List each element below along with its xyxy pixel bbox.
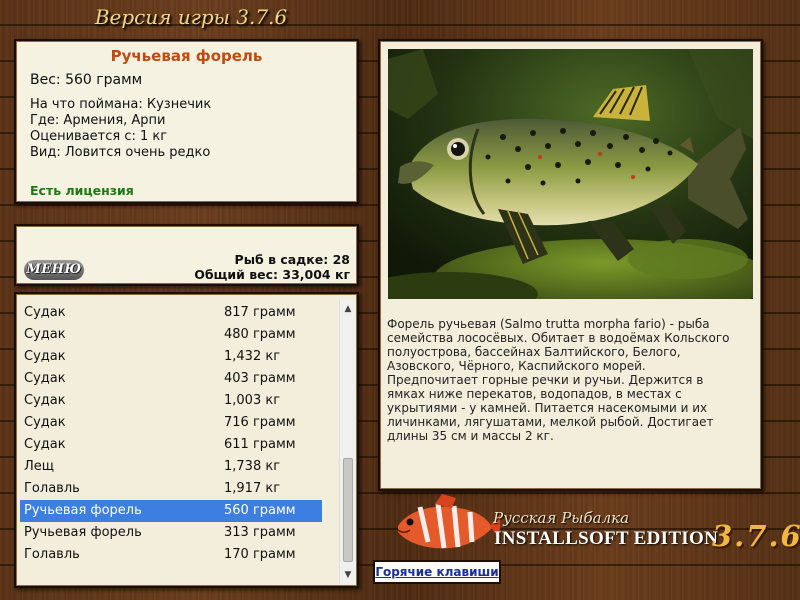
catch-fish-weight: 1,917 кг [224, 481, 281, 496]
catch-fish-weight: 313 грамм [224, 525, 296, 540]
total-weight: Общий вес: 33,004 кг [194, 267, 350, 282]
stats-panel: МЕНЮ Рыб в садке: 28 Общий вес: 33,004 к… [14, 224, 359, 286]
catch-fish-name: Судак [24, 349, 66, 364]
catch-fish-name: Судак [24, 437, 66, 452]
catch-fish-weight: 716 грамм [224, 415, 296, 430]
version-title: Версия игры 3.7.6 [94, 5, 288, 29]
catch-fish-name: Судак [24, 415, 66, 430]
catch-fish-weight: 817 грамм [224, 305, 296, 320]
scrollbar-thumb[interactable] [343, 458, 353, 562]
catch-fish-name: Лещ [24, 459, 55, 474]
fish-count: Рыб в садке: 28 [234, 252, 350, 267]
catch-row[interactable]: Судак 1,432 кг [20, 346, 322, 368]
catch-row[interactable]: Судак 716 грамм [20, 412, 322, 434]
catch-fish-weight: 1,738 кг [224, 459, 281, 474]
catch-fish-weight: 1,003 кг [224, 393, 281, 408]
catch-fish-name: Судак [24, 327, 66, 342]
catch-fish-weight: 170 грамм [224, 547, 296, 562]
fish-photo [388, 49, 753, 299]
fish-description: Форель ручьевая (Salmo trutta morpha far… [387, 317, 730, 443]
catch-fish-name: Голавль [24, 547, 80, 562]
catch-row[interactable]: Голавль 1,917 кг [20, 478, 322, 500]
catch-fish-weight: 611 грамм [224, 437, 296, 452]
brand-edition: INSTALLSOFT EDITION [494, 528, 719, 549]
caught-with: На что поймана: Кузнечик [30, 97, 212, 112]
catch-row[interactable]: Голавль 170 грамм [20, 544, 322, 566]
catch-row[interactable]: Ручьевая форель 313 грамм [20, 522, 322, 544]
catch-fish-weight: 1,432 кг [224, 349, 281, 364]
hotkeys-button[interactable]: Горячие клавиши [373, 560, 501, 584]
catch-fish-name: Судак [24, 305, 66, 320]
catch-fish-weight: 403 грамм [224, 371, 296, 386]
catch-row[interactable]: Судак 403 грамм [20, 368, 322, 390]
catch-fish-name: Судак [24, 371, 66, 386]
menu-button[interactable]: МЕНЮ [24, 260, 84, 280]
catch-row[interactable]: Судак 611 грамм [20, 434, 322, 456]
fish-photo-panel: Форель ручьевая (Salmo trutta morpha far… [378, 39, 763, 491]
catch-row[interactable]: Судак 1,003 кг [20, 390, 322, 412]
logo-fish-icon [397, 494, 500, 549]
trout-image [388, 49, 753, 299]
catch-location: Где: Армения, Арпи [30, 113, 166, 128]
catch-list: Судак 817 грамм Судак 480 грамм Судак 1,432 к… [14, 292, 359, 588]
keepnet-stats: Рыб в садке: 28 Общий вес: 33,004 кг [194, 252, 350, 282]
catch-row[interactable]: Судак 480 грамм [20, 324, 322, 346]
catch-fish-weight: 560 грамм [224, 503, 296, 518]
rated-from: Оценивается с: 1 кг [30, 129, 168, 144]
fish-name: Ручьевая форель [110, 47, 263, 65]
catch-fish-name: Голавль [24, 481, 80, 496]
catch-row[interactable]: Судак 817 грамм [20, 302, 322, 324]
rarity: Вид: Ловится очень редко [30, 145, 211, 160]
catch-fish-name: Ручьевая форель [24, 503, 142, 518]
brand-version: 3.7.6 [712, 519, 800, 553]
scrollbar[interactable]: ▲ ▼ [339, 300, 355, 584]
catch-row[interactable]: Ручьевая форель 560 грамм [20, 500, 322, 522]
scroll-down-icon[interactable]: ▼ [340, 568, 356, 582]
catch-fish-name: Ручьевая форель [24, 525, 142, 540]
catch-fish-name: Судак [24, 393, 66, 408]
brand-name: Русская Рыбалка [493, 509, 630, 527]
scroll-up-icon[interactable]: ▲ [340, 302, 356, 316]
catch-rows: Судак 817 грамм Судак 480 грамм Судак 1,432 к… [20, 302, 322, 566]
catch-row[interactable]: Лещ 1,738 кг [20, 456, 322, 478]
fish-info-panel: Ручьевая форель Вес: 560 грамм На что по… [14, 39, 359, 204]
fish-weight: Вес: 560 грамм [30, 72, 143, 88]
license-status: Есть лицензия [30, 183, 134, 198]
catch-fish-weight: 480 грамм [224, 327, 296, 342]
